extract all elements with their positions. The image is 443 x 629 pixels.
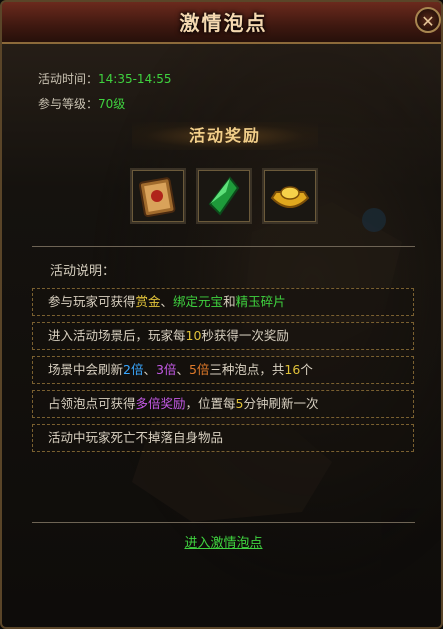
description-line: 参与玩家可获得赏金、绑定元宝和精玉碎片 <box>32 288 414 316</box>
scroll-icon <box>138 177 176 218</box>
level-label: 参与等级： <box>38 97 99 111</box>
description-line: 场景中会刷新2倍、3倍、5倍三种泡点，共16个 <box>32 356 414 384</box>
description-line: 进入活动场景后，玩家每10秒获得一次奖励 <box>32 322 414 350</box>
reward-slot-crystal[interactable] <box>196 168 252 224</box>
bottom-divider <box>32 522 415 523</box>
window-title: 激情泡点 <box>179 11 268 35</box>
section-divider <box>32 246 415 247</box>
green-crystal-icon <box>208 176 240 216</box>
event-time-row: 活动时间：14:35-14:55 <box>38 70 172 87</box>
event-panel: 激情泡点 ✕ 活动时间：14:35-14:55 参与等级：70级 活动奖励 活动… <box>0 0 443 629</box>
description-line: 活动中玩家死亡不掉落自身物品 <box>32 424 414 452</box>
description-heading: 活动说明： <box>50 264 116 279</box>
reward-slot-ingot[interactable] <box>262 168 318 224</box>
description-line: 占领泡点可获得多倍奖励，位置每5分钟刷新一次 <box>32 390 414 418</box>
event-time-value: 14:35-14:55 <box>98 72 172 86</box>
close-icon: ✕ <box>421 12 435 31</box>
event-time-label: 活动时间： <box>38 72 99 86</box>
gold-ingot-icon <box>270 186 310 208</box>
title-bar: 激情泡点 ✕ <box>2 2 441 44</box>
level-value: 70级 <box>98 97 126 111</box>
enter-event-link[interactable]: 进入激情泡点 <box>2 532 441 551</box>
level-row: 参与等级：70级 <box>38 95 125 112</box>
close-button[interactable]: ✕ <box>415 7 441 33</box>
reward-heading: 活动奖励 <box>132 122 318 150</box>
reward-slot-scroll[interactable] <box>130 168 186 224</box>
